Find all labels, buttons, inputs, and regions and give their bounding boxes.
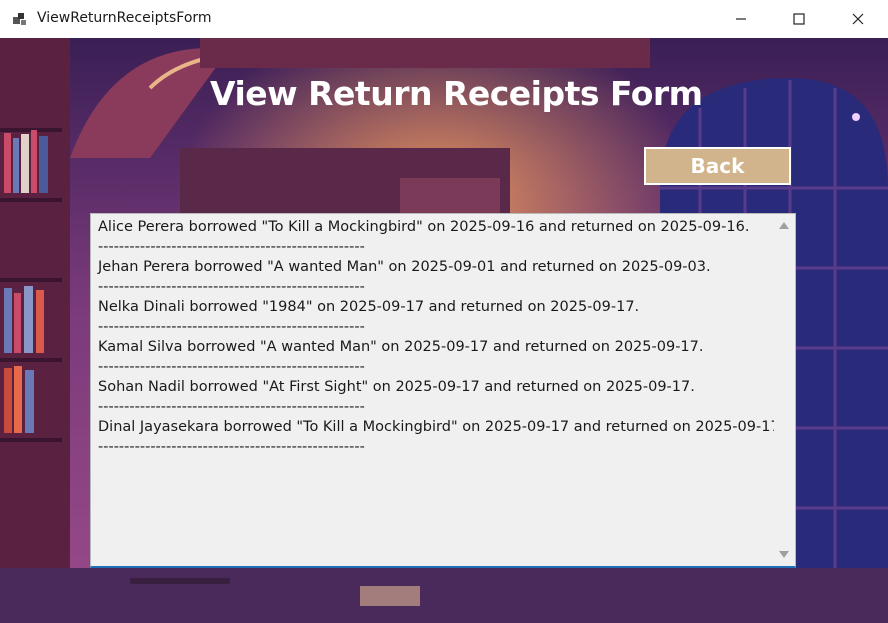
receipt-line: Nelka Dinali borrowed "1984" on 2025-09-…	[98, 299, 640, 315]
page-title: View Return Receipts Form	[210, 74, 703, 113]
scroll-up-icon[interactable]	[779, 222, 789, 229]
title-bar: ViewReturnReceiptsForm	[0, 0, 888, 38]
receipt-line: Alice Perera borrowed "To Kill a Mocking…	[98, 219, 750, 235]
receipt-line: Dinal Jayasekara borrowed "To Kill a Moc…	[98, 419, 785, 435]
minimize-button[interactable]	[712, 0, 770, 38]
receipts-textbox[interactable]: Alice Perera borrowed "To Kill a Mocking…	[90, 213, 796, 568]
window-title: ViewReturnReceiptsForm	[37, 10, 212, 26]
receipt-separator: ----------------------------------------…	[98, 279, 365, 295]
receipt-line: Kamal Silva borrowed "A wanted Man" on 2…	[98, 339, 704, 355]
close-icon	[852, 13, 864, 25]
back-button[interactable]: Back	[644, 147, 791, 185]
minimize-icon	[736, 18, 746, 20]
receipt-line: Jehan Perera borrowed "A wanted Man" on …	[98, 259, 711, 275]
maximize-icon	[793, 13, 805, 25]
form-client-area: View Return Receipts Form Back Alice Per…	[0, 38, 888, 623]
receipt-separator: ----------------------------------------…	[98, 359, 365, 375]
app-icon	[13, 13, 26, 25]
vertical-scrollbar[interactable]	[774, 214, 795, 566]
close-button[interactable]	[829, 0, 887, 38]
receipt-separator: ----------------------------------------…	[98, 319, 365, 335]
receipts-list: Alice Perera borrowed "To Kill a Mocking…	[98, 217, 785, 457]
maximize-button[interactable]	[770, 0, 828, 38]
receipt-separator: ----------------------------------------…	[98, 399, 365, 415]
receipt-separator: ----------------------------------------…	[98, 239, 365, 255]
receipt-line: Sohan Nadil borrowed "At First Sight" on…	[98, 379, 695, 395]
receipt-separator: ----------------------------------------…	[98, 439, 365, 455]
app-window: ViewReturnReceiptsForm View Return Recei…	[0, 0, 888, 623]
scroll-down-icon[interactable]	[779, 551, 789, 558]
